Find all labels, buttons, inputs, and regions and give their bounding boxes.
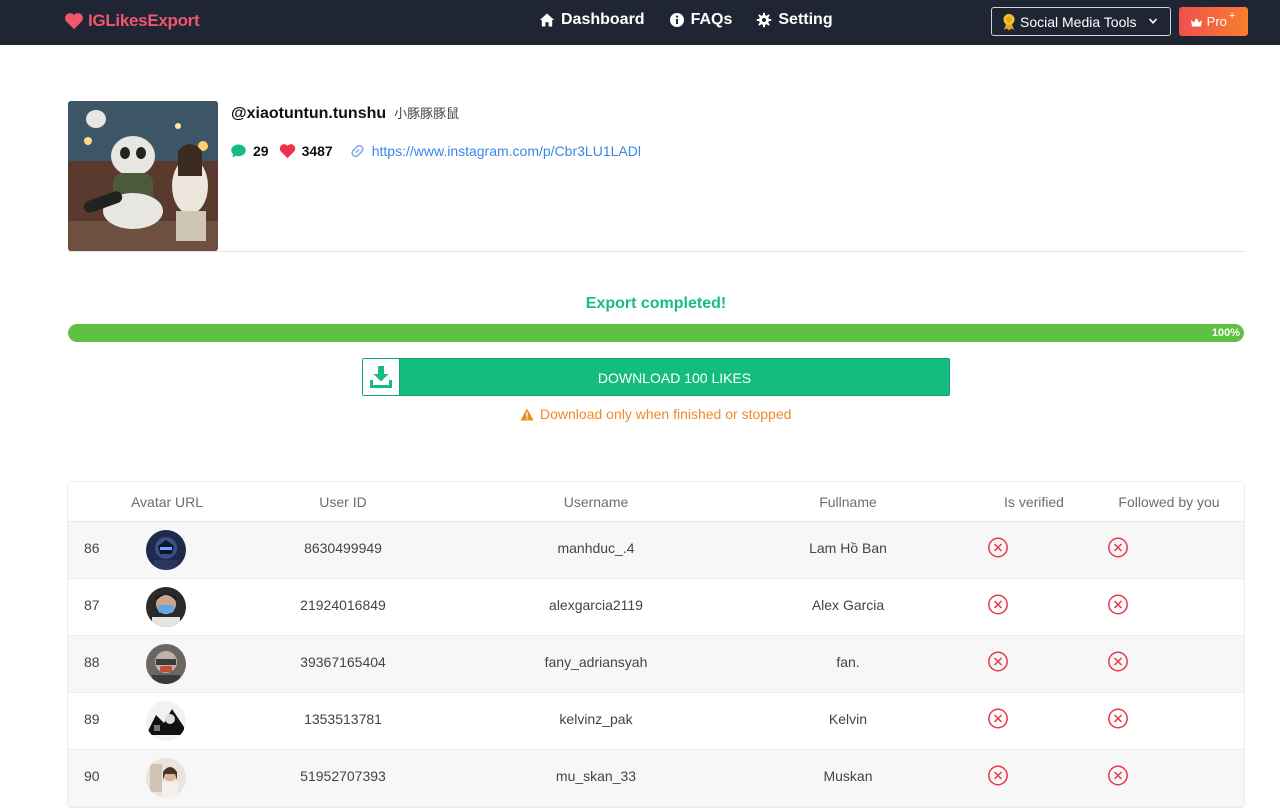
brand-name: IGLikesExport [88,11,200,30]
social-media-tools-dropdown[interactable]: Social Media Tools [991,7,1171,36]
download-warning: Download only when finished or stopped [520,406,791,422]
not-verified-icon [988,651,1008,672]
row-index: 89 [84,711,100,727]
nav-dashboard[interactable]: Dashboard [539,11,645,29]
user-id: 8630499949 [304,540,382,556]
pro-plus: + [1228,9,1236,22]
chevron-down-icon [1148,18,1158,24]
header-is-verified: Is verified [1004,494,1064,510]
not-verified-icon [988,765,1008,786]
post-fullname: 小豚豚豚鼠 [394,106,460,121]
progress-bar: 100% [68,324,1244,342]
header-username: Username [563,494,629,510]
heart-icon [65,13,83,30]
info-icon [669,13,684,27]
link-icon [351,144,364,158]
row-index: 87 [84,597,100,613]
nav-faqs[interactable]: FAQs [669,11,733,29]
award-icon [1003,13,1015,30]
nav-dashboard-label: Dashboard [561,11,645,28]
row-index: 90 [84,768,100,784]
warning-icon [520,408,534,420]
avatar[interactable] [146,530,186,570]
crown-icon [1190,17,1202,26]
header-user-id: User ID [319,494,367,510]
user-id: 1353513781 [304,711,382,727]
pro-label: Pro [1206,14,1227,29]
header-followed-by-you: Followed by you [1118,494,1220,510]
fullname: Muskan [823,768,873,784]
table-row: 89 1353513781 kelvinz_pak Kelvin [68,693,1244,750]
pro-button[interactable]: Pro + [1179,7,1248,36]
comments-count: 29 [253,143,269,159]
table-row: 87 21924016849 alexgarcia2119 Alex Garci… [68,579,1244,636]
download-icon-box [363,359,400,395]
download-icon [370,366,392,388]
table-row: 90 51952707393 mu_skan_33 Muskan [68,750,1244,807]
fullname: Kelvin [828,711,868,727]
not-followed-icon [1108,708,1128,729]
not-verified-icon [988,594,1008,615]
post-username[interactable]: @xiaotuntun.tunshu [231,105,386,123]
home-icon [539,13,555,27]
username: manhduc_.4 [557,540,635,556]
nav-setting-label: Setting [778,11,833,28]
not-followed-icon [1108,765,1128,786]
download-likes-button[interactable]: DOWNLOAD 100 LIKES [362,358,950,396]
avatar[interactable] [146,587,186,627]
username: mu_skan_33 [555,768,637,784]
table-header: Avatar URL User ID Username Fullname Is … [68,482,1244,522]
not-verified-icon [988,708,1008,729]
top-navbar: IGLikesExport Dashboard FAQs Setting Soc… [0,0,1280,45]
post-owner: @xiaotuntun.tunshu 小豚豚豚鼠 [231,103,459,123]
user-id: 21924016849 [300,597,386,613]
download-label: DOWNLOAD 100 LIKES [597,370,752,386]
not-verified-icon [988,537,1008,558]
post-stats: 29 3487 https://www.instagram.com/p/Cbr3… [230,143,641,159]
brand-logo[interactable]: IGLikesExport [64,11,200,31]
header-fullname: Fullname [819,494,877,510]
comment-icon [231,144,246,158]
likes-table: Avatar URL User ID Username Fullname Is … [67,481,1245,808]
gear-icon [757,12,772,28]
post-link[interactable]: https://www.instagram.com/p/Cbr3LU1LADl [349,143,641,159]
not-followed-icon [1108,594,1128,615]
nav-setting[interactable]: Setting [756,11,833,29]
export-status: Export completed! [585,295,727,312]
post-url: https://www.instagram.com/p/Cbr3LU1LADl [371,143,641,159]
username: kelvinz_pak [559,711,633,727]
table-row: 86 8630499949 manhduc_.4 Lam Hồ Ban [68,522,1244,579]
avatar[interactable] [146,701,186,741]
heart-icon [279,144,295,159]
main-nav: Dashboard FAQs Setting [539,11,833,29]
avatar[interactable] [146,644,186,684]
fullname: Alex Garcia [811,597,885,613]
post-thumbnail [68,101,218,251]
fullname: fan. [836,654,860,670]
avatar[interactable] [146,758,186,798]
table-row: 88 39367165404 fany_adriansyah fan. [68,636,1244,693]
divider [68,251,1244,252]
likes-count: 3487 [301,143,333,159]
not-followed-icon [1108,651,1128,672]
progress-fill: 100% [68,324,1244,342]
not-followed-icon [1108,537,1128,558]
progress-label: 100% [1211,327,1240,339]
header-avatar-url: Avatar URL [130,494,204,510]
username: fany_adriansyah [544,654,648,670]
row-index: 86 [84,540,100,556]
username: alexgarcia2119 [549,597,643,613]
user-id: 39367165404 [300,654,386,670]
row-index: 88 [84,654,100,670]
user-id: 51952707393 [300,768,386,784]
social-media-tools-label: Social Media Tools [1020,13,1137,30]
warning-text: Download only when finished or stopped [540,406,792,422]
fullname: Lam Hồ Ban [809,540,887,556]
nav-faqs-label: FAQs [690,11,733,28]
